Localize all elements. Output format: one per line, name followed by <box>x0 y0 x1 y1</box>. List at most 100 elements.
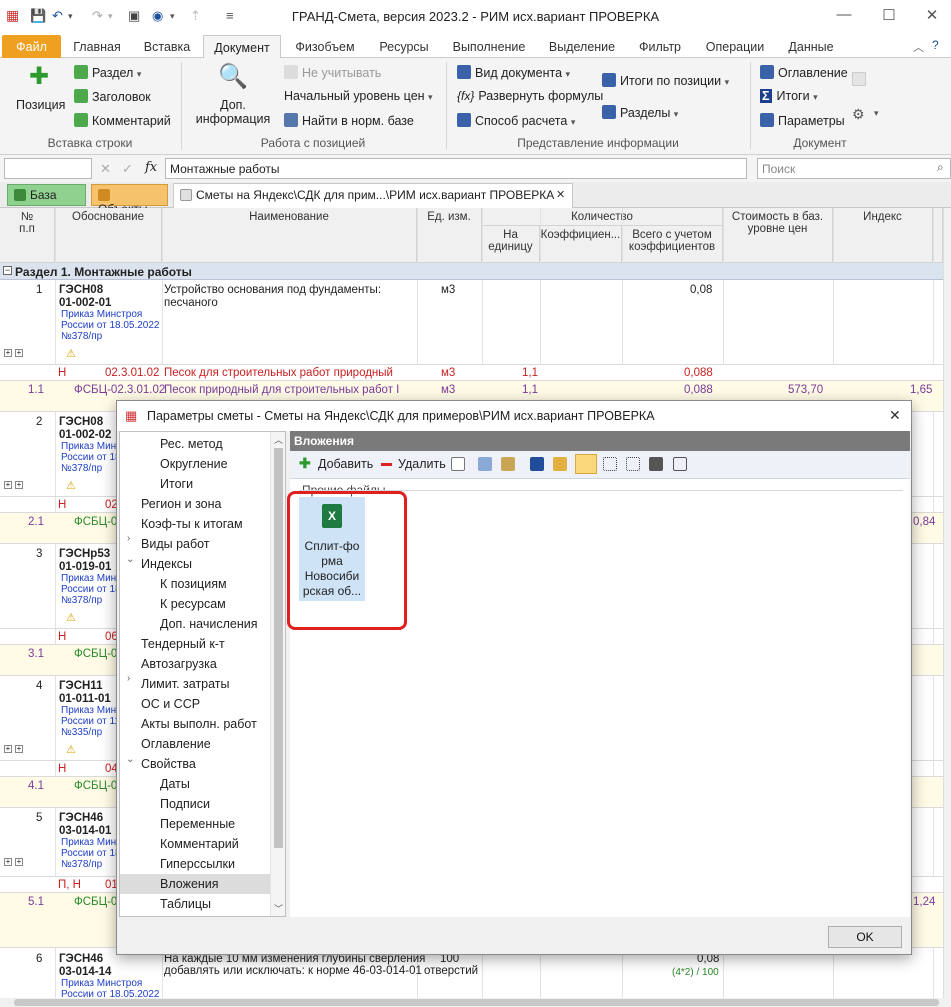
col-header-unit[interactable]: Ед. изм. <box>417 208 482 263</box>
close-icon[interactable]: ✕ <box>918 6 946 24</box>
chevron-down-icon[interactable]: ▾ <box>874 108 879 119</box>
col-header-basis[interactable]: Обоснование <box>55 208 162 263</box>
tab-insert[interactable]: Вставка <box>134 35 200 58</box>
small-icons-view-icon[interactable] <box>603 457 617 471</box>
tree-item-signatures[interactable]: Подписи <box>120 794 270 814</box>
details-view-icon[interactable] <box>649 457 663 471</box>
tree-item-totals[interactable]: Итоги <box>120 474 270 494</box>
vertical-scrollbar[interactable] <box>943 208 951 998</box>
sections-button[interactable]: Разделы ▾ <box>602 105 678 120</box>
totals-by-pos-button[interactable]: Итоги по позиции ▾ <box>602 73 729 88</box>
tools-icon[interactable]: ⚙ <box>852 106 865 123</box>
tree-item-indexes[interactable]: Индексы <box>120 554 270 574</box>
calc-method-button[interactable]: Способ расчета ▾ <box>457 113 575 128</box>
comment-button[interactable]: Комментарий <box>74 113 171 128</box>
tab-physvolume[interactable]: Физобъем <box>287 35 363 58</box>
col-header-coef[interactable]: Коэффициен... <box>540 226 622 263</box>
price-level-button[interactable]: Начальный уровень цен ▾ <box>284 89 433 103</box>
expand-icon[interactable]: + <box>15 745 23 753</box>
tree-item-toc[interactable]: Оглавление <box>120 734 270 754</box>
col-header-qty[interactable]: Количество <box>482 208 723 226</box>
scroll-thumb[interactable] <box>274 448 283 848</box>
cell-reference-input[interactable] <box>4 158 92 179</box>
tab-home[interactable]: Главная <box>66 35 128 58</box>
horizontal-scrollbar[interactable] <box>0 998 951 1007</box>
help-icon[interactable]: ? <box>932 38 939 52</box>
ok-button[interactable]: OK <box>828 926 902 948</box>
tab-selection[interactable]: Выделение <box>544 35 620 58</box>
search-input[interactable]: Поиск <box>757 158 951 179</box>
expand-icon[interactable]: + <box>4 481 12 489</box>
collapse-icon[interactable]: − <box>3 266 12 275</box>
doc-extra-icon[interactable] <box>852 72 866 86</box>
close-icon[interactable]: ✕ <box>889 407 901 424</box>
expand-icon[interactable]: + <box>15 349 23 357</box>
table-row[interactable]: 1 ГЭСН08 01-002-01 Приказ Минстроя Росси… <box>0 280 943 364</box>
col-header-name[interactable]: Наименование <box>162 208 417 263</box>
tree-item-limit-costs[interactable]: Лимит. затраты <box>120 674 270 694</box>
scroll-thumb[interactable] <box>14 999 939 1006</box>
tab-current-estimate[interactable]: Сметы на Яндекс\СДК для прим...\РИМ исх.… <box>173 183 573 208</box>
tab-execution[interactable]: Выполнение <box>448 35 530 58</box>
tree-item-os-ssr[interactable]: ОС и ССР <box>120 694 270 714</box>
tree-item-region[interactable]: Регион и зона <box>120 494 270 514</box>
ignore-button[interactable]: Не учитывать <box>284 65 381 80</box>
expand-formulas-button[interactable]: {fx} Развернуть формулы <box>457 89 603 103</box>
warning-icon[interactable]: ⚠ <box>66 611 76 624</box>
tab-resources[interactable]: Ресурсы <box>372 35 436 58</box>
col-header-cost[interactable]: Стоимость в баз. уровне цен <box>723 208 833 263</box>
tab-data[interactable]: Данные <box>783 35 839 58</box>
fx-icon[interactable]: fx <box>145 160 157 175</box>
col-header-num[interactable]: № п.п <box>0 208 55 263</box>
tab-filter[interactable]: Фильтр <box>632 35 688 58</box>
tiles-view-icon[interactable] <box>673 457 687 471</box>
paste-icon[interactable] <box>501 457 515 471</box>
tree-item-attachments[interactable]: Вложения <box>120 874 270 894</box>
eraser-icon[interactable] <box>451 457 465 471</box>
scroll-up-icon[interactable]: ︿ <box>274 433 283 446</box>
tree-item-to-positions[interactable]: К позициям <box>120 574 270 594</box>
cancel-icon[interactable]: ✕ <box>100 161 111 177</box>
find-norm-button[interactable]: Найти в норм. базе <box>284 113 414 128</box>
tab-operations[interactable]: Операции <box>700 35 770 58</box>
warning-icon[interactable]: ⚠ <box>66 743 76 756</box>
expand-icon[interactable]: + <box>15 481 23 489</box>
toc-button[interactable]: Оглавление <box>760 65 848 80</box>
col-header-per-unit[interactable]: На единицу <box>482 226 540 263</box>
formula-input[interactable]: Монтажные работы <box>165 158 747 179</box>
expand-icon[interactable]: + <box>4 349 12 357</box>
minimize-icon[interactable]: — <box>830 6 858 23</box>
tree-item-to-resources[interactable]: К ресурсам <box>120 594 270 614</box>
large-icons-view-button[interactable] <box>575 454 597 474</box>
open-folder-icon[interactable] <box>553 457 567 471</box>
tree-item-autoload[interactable]: Автозагрузка <box>120 654 270 674</box>
col-header-index[interactable]: Индекс <box>833 208 933 263</box>
tree-item-properties[interactable]: Свойства <box>120 754 270 774</box>
list-view-icon[interactable] <box>626 457 640 471</box>
position-button[interactable]: ✚ Позиция <box>16 64 65 113</box>
table-row[interactable]: 6 ГЭСН46 03-014-14 Приказ Минстроя Росси… <box>0 948 943 998</box>
confirm-icon[interactable]: ✓ <box>122 161 133 177</box>
tree-item-tables[interactable]: Таблицы <box>120 894 270 914</box>
params-button[interactable]: Параметры <box>760 113 845 128</box>
tree-item-coef-totals[interactable]: Коэф-ты к итогам <box>120 514 270 534</box>
tree-item-tender[interactable]: Тендерный к-т <box>120 634 270 654</box>
expand-icon[interactable]: + <box>4 858 12 866</box>
resource-row[interactable]: Н 02.3.01.02 Песок для строительных рабо… <box>0 365 943 380</box>
section-button[interactable]: Раздел ▾ <box>74 65 141 80</box>
warning-icon[interactable]: ⚠ <box>66 479 76 492</box>
doc-view-button[interactable]: Вид документа ▾ <box>457 65 570 80</box>
close-tab-icon[interactable]: ✕ <box>556 188 565 201</box>
tree-item-work-types[interactable]: Виды работ <box>120 534 270 554</box>
collapse-ribbon-icon[interactable]: ︿ <box>913 39 924 55</box>
scroll-down-icon[interactable]: ﹀ <box>274 902 283 915</box>
tree-scrollbar[interactable]: ︿ ﹀ <box>270 432 285 916</box>
tab-file[interactable]: Файл <box>2 35 61 58</box>
tab-objects[interactable]: Объекты <box>91 184 168 216</box>
tree-item-comment[interactable]: Комментарий <box>120 834 270 854</box>
save-icon[interactable] <box>530 457 544 471</box>
add-button[interactable]: Добавить <box>318 457 373 471</box>
expand-icon[interactable]: + <box>15 858 23 866</box>
search-icon[interactable]: ⌕ <box>937 160 944 175</box>
warning-icon[interactable]: ⚠ <box>66 347 76 360</box>
